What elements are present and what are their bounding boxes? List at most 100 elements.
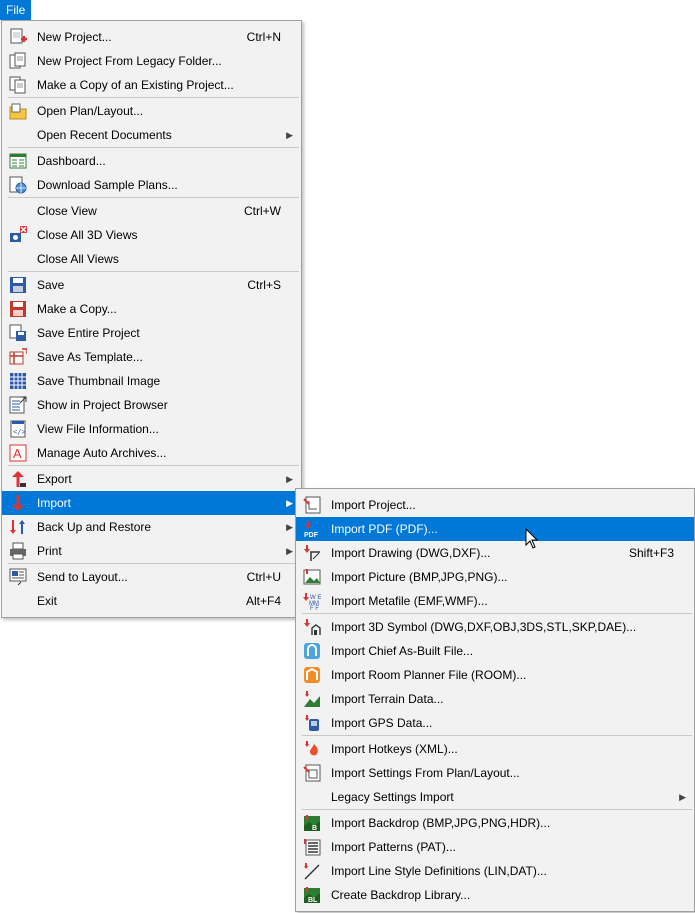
import-menu-item-import-metafile-emf-wmf[interactable]: W E MM F F Import Metafile (EMF,WMF)... (296, 589, 694, 613)
file-menu-item-open-plan-layout[interactable]: Open Plan/Layout... (2, 99, 301, 123)
import-menu-item-import-project[interactable]: Import Project... (296, 493, 694, 517)
submenu-arrow-icon: ▶ (679, 792, 686, 802)
menu-item-label: Export (37, 472, 72, 486)
file-menu-item-dashboard[interactable]: Dashboard... (2, 149, 301, 173)
menu-item-label: Save (37, 278, 65, 292)
menu-item-label: Import Settings From Plan/Layout... (331, 766, 520, 780)
import-metafile-icon: W E MM F F (303, 592, 321, 612)
menu-item-label: Manage Auto Archives... (37, 446, 167, 460)
import-menu-item-import-room-planner-file-room[interactable]: Import Room Planner File (ROOM)... (296, 663, 694, 687)
new-project-icon (9, 28, 27, 46)
import-menu-item-import-picture-bmp-jpg-png[interactable]: Import Picture (BMP,JPG,PNG)... (296, 565, 694, 589)
patterns-icon (303, 838, 321, 856)
mouse-cursor-icon (525, 528, 539, 549)
svg-text:BL: BL (308, 897, 318, 904)
file-menu-item-save-as-template[interactable]: Save As Template... (2, 345, 301, 369)
menu-item-label: Import GPS Data... (331, 716, 433, 730)
file-menu-item-make-a-copy[interactable]: Make a Copy... (2, 297, 301, 321)
file-menu-item-close-all-views[interactable]: Close All Views (2, 247, 301, 271)
menu-item-label: Save Thumbnail Image (37, 374, 161, 388)
send-layout-icon (9, 568, 27, 586)
file-menu-item-open-recent-documents[interactable]: Open Recent Documents ▶ (2, 123, 301, 147)
file-menu-item-manage-auto-archives[interactable]: A Manage Auto Archives... (2, 441, 301, 465)
close-3d-icon (9, 226, 27, 244)
svg-text:B: B (312, 825, 317, 832)
file-menu-item-make-a-copy-of-an-existing-project[interactable]: Make a Copy of an Existing Project... (2, 73, 301, 97)
import-menu-item-import-patterns-pat[interactable]: Import Patterns (PAT)... (296, 835, 694, 859)
menu-item-label: Import Terrain Data... (331, 692, 444, 706)
file-menu-item-view-file-information[interactable]: </> View File Information... (2, 417, 301, 441)
menu-item-label: Import Picture (BMP,JPG,PNG)... (331, 570, 508, 584)
submenu-arrow-icon: ▶ (286, 130, 293, 140)
menu-item-label: Import (37, 496, 72, 510)
file-info-icon: </> (9, 420, 27, 438)
menu-item-label: New Project... (37, 30, 112, 44)
file-menu-item-import[interactable]: Import ▶ (2, 491, 301, 515)
file-menu-item-save[interactable]: Save Ctrl+S (2, 273, 301, 297)
import-menu-item-import-drawing-dwg-dxf[interactable]: Import Drawing (DWG,DXF)... Shift+F3 (296, 541, 694, 565)
import-picture-icon (303, 568, 321, 586)
file-menu-item-print[interactable]: Print ▶ (2, 539, 301, 563)
import-menu-item-import-line-style-definitions-lin-dat[interactable]: Import Line Style Definitions (LIN,DAT).… (296, 859, 694, 883)
file-menu-tab[interactable]: File (0, 0, 32, 20)
submenu-arrow-icon: ▶ (286, 474, 293, 484)
file-menu: New Project... Ctrl+N New Project From Leg… (1, 20, 302, 618)
file-menu-item-close-view[interactable]: Close View Ctrl+W (2, 199, 301, 223)
legacy-folder-icon (9, 52, 27, 70)
import-drawing-icon (303, 544, 321, 562)
import-menu-item-import-backdrop-bmp-jpg-png-hdr[interactable]: B Import Backdrop (BMP,JPG,PNG,HDR)... (296, 811, 694, 835)
save-project-icon (9, 324, 27, 342)
menu-item-shortcut: Ctrl+U (246, 570, 281, 584)
file-menu-item-exit[interactable]: Exit Alt+F4 (2, 589, 301, 613)
file-menu-item-export[interactable]: Export ▶ (2, 467, 301, 491)
archive-icon: A (9, 444, 27, 462)
menu-item-label: Import Drawing (DWG,DXF)... (331, 546, 491, 560)
backdrop-icon: B (303, 814, 321, 832)
submenu-arrow-icon: ▶ (286, 498, 293, 508)
menu-item-label: Save As Template... (37, 350, 143, 364)
menu-item-label: Make a Copy... (37, 302, 117, 316)
file-menu-item-send-to-layout[interactable]: Send to Layout... Ctrl+U (2, 565, 301, 589)
menu-item-shortcut: Alt+F4 (245, 594, 281, 608)
import-submenu: Import Project... PDF Import PDF (PDF)... I… (295, 488, 695, 912)
open-folder-icon (9, 102, 27, 120)
menu-item-label: Save Entire Project (37, 326, 140, 340)
import-menu-item-legacy-settings-import[interactable]: Legacy Settings Import ▶ (296, 785, 694, 809)
import-menu-item-import-3d-symbol-dwg-dxf-obj-3ds-stl-skp-dae[interactable]: Import 3D Symbol (DWG,DXF,OBJ,3DS,STL,SK… (296, 615, 694, 639)
import-menu-item-import-gps-data[interactable]: Import GPS Data... (296, 711, 694, 735)
import-menu-item-import-terrain-data[interactable]: Import Terrain Data... (296, 687, 694, 711)
file-menu-item-save-thumbnail-image[interactable]: Save Thumbnail Image (2, 369, 301, 393)
file-menu-item-close-all-3d-views[interactable]: Close All 3D Views (2, 223, 301, 247)
backup-icon (9, 518, 27, 536)
file-menu-item-show-in-project-browser[interactable]: Show in Project Browser (2, 393, 301, 417)
import-menu-item-import-chief-as-built-file[interactable]: Import Chief As-Built File... (296, 639, 694, 663)
globe-icon (9, 176, 27, 194)
menu-item-label: Close All 3D Views (37, 228, 138, 242)
menu-item-shortcut: Ctrl+S (247, 278, 281, 292)
room-planner-icon (303, 666, 321, 684)
file-menu-item-new-project-from-legacy-folder[interactable]: New Project From Legacy Folder... (2, 49, 301, 73)
save-copy-icon (9, 300, 27, 318)
line-style-icon (303, 862, 321, 880)
menu-item-label: Import Hotkeys (XML)... (331, 742, 458, 756)
import-menu-item-create-backdrop-library[interactable]: BL Create Backdrop Library... (296, 883, 694, 907)
file-menu-item-save-entire-project[interactable]: Save Entire Project (2, 321, 301, 345)
import-menu-item-import-settings-from-plan-layout[interactable]: Import Settings From Plan/Layout... (296, 761, 694, 785)
import-project-icon (303, 496, 321, 514)
menu-item-label: Send to Layout... (37, 570, 128, 584)
menu-item-label: Show in Project Browser (37, 398, 168, 412)
svg-text:F F: F F (310, 606, 319, 610)
file-menu-item-back-up-and-restore[interactable]: Back Up and Restore ▶ (2, 515, 301, 539)
menu-item-label: Open Plan/Layout... (37, 104, 144, 118)
menu-item-label: New Project From Legacy Folder... (37, 54, 222, 68)
menu-item-label: Download Sample Plans... (37, 178, 178, 192)
menu-item-label: Create Backdrop Library... (331, 888, 471, 902)
menu-item-label: Import Patterns (PAT)... (331, 840, 456, 854)
import-settings-icon (303, 764, 321, 782)
print-icon (9, 542, 27, 560)
menu-item-shortcut: Shift+F3 (628, 546, 674, 560)
file-menu-item-new-project[interactable]: New Project... Ctrl+N (2, 25, 301, 49)
file-menu-item-download-sample-plans[interactable]: Download Sample Plans... (2, 173, 301, 197)
import-menu-item-import-pdf-pdf[interactable]: PDF Import PDF (PDF)... (296, 517, 694, 541)
import-menu-item-import-hotkeys-xml[interactable]: Import Hotkeys (XML)... (296, 737, 694, 761)
